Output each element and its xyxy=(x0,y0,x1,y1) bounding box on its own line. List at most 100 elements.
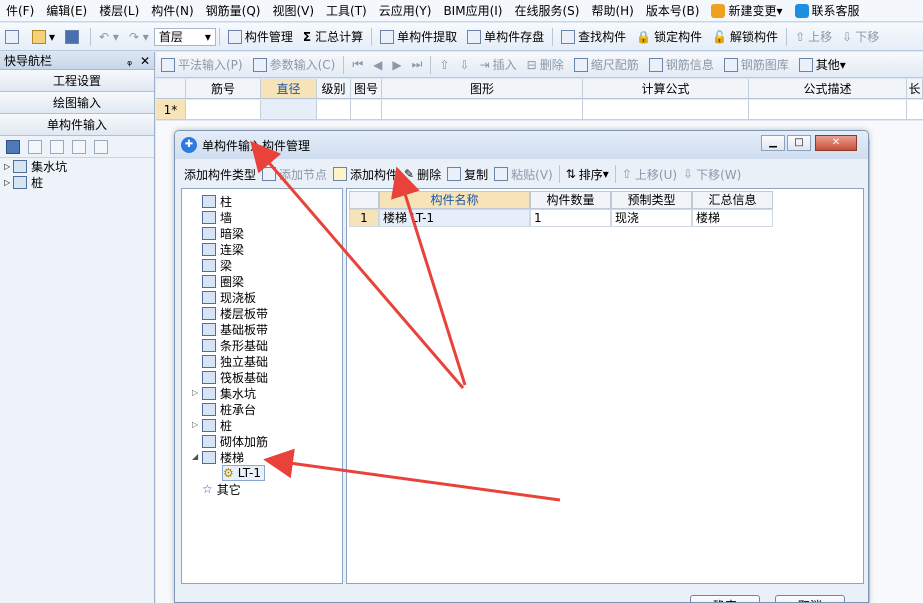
col-component-name[interactable]: 构件名称 xyxy=(379,191,530,209)
tree-item-lt-1[interactable]: ⚙ LT-1 xyxy=(222,465,265,481)
tree-item-floor-strip[interactable]: 楼层板带 xyxy=(202,305,268,321)
undo-button[interactable]: ↶ ▾ xyxy=(94,26,124,48)
delete-icon[interactable] xyxy=(28,139,42,154)
col-length[interactable]: 长 xyxy=(907,79,923,98)
collapse-icon[interactable]: ◢ xyxy=(192,452,198,461)
tree-item-column[interactable]: 柱 xyxy=(202,193,232,209)
single-extract-button[interactable]: 单构件提取 xyxy=(375,26,462,48)
flat-input-button[interactable]: 平法输入(P) xyxy=(156,54,248,76)
sort-button[interactable]: ⇅ 排序 ▾ xyxy=(563,163,612,185)
nav-drawing-input[interactable]: 绘图输入 xyxy=(0,92,154,114)
add-component-button[interactable]: 添加构件 xyxy=(330,163,401,185)
close-button[interactable]: ✕ xyxy=(815,135,857,151)
menu-item-8[interactable]: BIM应用(I) xyxy=(437,0,508,21)
expand-icon[interactable]: ▷ xyxy=(192,388,198,397)
rebar-library-button[interactable]: 钢筋图库 xyxy=(719,54,794,76)
prev-record-button[interactable]: ◀ xyxy=(368,54,387,76)
menu-item-1[interactable]: 编辑(E) xyxy=(40,0,93,21)
copy-icon[interactable] xyxy=(50,139,64,154)
col-component-count[interactable]: 构件数量 xyxy=(530,191,611,209)
component-manage-button[interactable]: 构件管理 xyxy=(223,26,298,48)
lock-component-button[interactable]: 🔒 锁定构件 xyxy=(631,26,707,48)
nav-project-settings[interactable]: 工程设置 xyxy=(0,70,154,92)
move-up-button[interactable]: ⇧ 上移 xyxy=(790,26,837,48)
tree-item-hidden-beam[interactable]: 暗梁 xyxy=(202,225,244,241)
col-grade[interactable]: 级别 xyxy=(317,79,351,98)
dialog-copy-button[interactable]: 复制 xyxy=(444,163,491,185)
find-component-button[interactable]: 查找构件 xyxy=(556,26,631,48)
rebar-grid-row[interactable]: 1* xyxy=(156,100,923,120)
ok-button[interactable]: 确定 xyxy=(690,595,760,602)
expand-icon[interactable]: ▷ xyxy=(4,162,10,171)
cell-precast-type[interactable]: 现浇 xyxy=(611,209,692,227)
scale-rebar-button[interactable]: 缩尺配筋 xyxy=(569,54,644,76)
other-menu-button[interactable]: 其他 ▾ xyxy=(794,54,851,76)
menu-item-3[interactable]: 构件(N) xyxy=(145,0,199,21)
menu-item-12[interactable]: 新建变更 ▾ xyxy=(705,0,788,21)
add-component-type-button[interactable]: 添加构件类型 xyxy=(181,163,259,185)
tree-item-strip-footing[interactable]: 条形基础 xyxy=(202,337,268,353)
menu-item-2[interactable]: 楼层(L) xyxy=(93,0,145,21)
save-button[interactable] xyxy=(60,26,87,48)
floor-select[interactable]: 首层 ▾ xyxy=(153,27,216,46)
tree-item-stair[interactable]: 楼梯 xyxy=(202,449,244,465)
paste-icon[interactable] xyxy=(72,139,86,154)
cell[interactable] xyxy=(382,100,583,119)
nav-single-component-input[interactable]: 单构件输入 xyxy=(0,114,154,136)
clipboard-icon[interactable] xyxy=(94,139,108,154)
single-save-button[interactable]: 单构件存盘 xyxy=(462,26,549,48)
tree-item-ring-beam[interactable]: 圈梁 xyxy=(202,273,244,289)
menu-item-0[interactable]: 件(F) xyxy=(0,0,40,21)
tree-item-cast-slab[interactable]: 现浇板 xyxy=(202,289,256,305)
cell[interactable] xyxy=(317,100,351,119)
delete-row-button[interactable]: ⊟ 删除 xyxy=(522,54,569,76)
menu-item-9[interactable]: 在线服务(S) xyxy=(508,0,585,21)
tree-item-foundation-strip[interactable]: 基础板带 xyxy=(202,321,268,337)
col-shape-number[interactable]: 图号 xyxy=(351,79,382,98)
first-record-button[interactable]: ⏮ xyxy=(347,54,368,76)
tree-item-beam[interactable]: 梁 xyxy=(202,257,232,273)
cell[interactable] xyxy=(186,100,261,119)
minimize-button[interactable]: ▁ xyxy=(761,135,785,151)
menu-item-11[interactable]: 版本号(B) xyxy=(640,0,706,21)
cell-component-count[interactable]: 1 xyxy=(530,209,611,227)
dialog-move-down-button[interactable]: ⇩ 下移(W) xyxy=(680,163,744,185)
col-diameter[interactable]: 直径(mm) xyxy=(261,79,317,116)
tree-item-pile[interactable]: 桩 xyxy=(202,417,232,433)
menu-item-5[interactable]: 视图(V) xyxy=(266,0,320,21)
tree-item-other[interactable]: ☆ 其它 xyxy=(202,481,241,497)
cell[interactable] xyxy=(749,100,907,119)
dialog-delete-button[interactable]: ✎ 删除 xyxy=(401,163,444,185)
rebar-info-button[interactable]: 钢筋信息 xyxy=(644,54,719,76)
tree-item-wall[interactable]: 墙 xyxy=(202,209,232,225)
row-up-button[interactable]: ⇧ xyxy=(434,54,454,76)
unlock-component-button[interactable]: 🔓 解锁构件 xyxy=(707,26,783,48)
dialog-paste-button[interactable]: 粘贴(V) xyxy=(491,163,556,185)
cell-component-name[interactable]: 楼梯 LT-1 xyxy=(379,209,530,227)
param-input-button[interactable]: 参数输入(C) xyxy=(248,54,341,76)
list-icon[interactable] xyxy=(6,139,20,154)
insert-button[interactable]: ⇥ 插入 xyxy=(475,54,522,76)
col-bar-number[interactable]: 筋号 xyxy=(186,79,261,98)
cell-summary-info[interactable]: 楼梯 xyxy=(692,209,773,227)
dialog-move-up-button[interactable]: ⇧ 上移(U) xyxy=(619,163,680,185)
summary-calc-button[interactable]: Σ 汇总计算 xyxy=(298,26,368,48)
cell[interactable] xyxy=(583,100,749,119)
open-file-button[interactable]: ▾ xyxy=(27,26,60,48)
add-node-button[interactable]: 添加节点 xyxy=(259,163,330,185)
tree-item-raft[interactable]: 筏板基础 xyxy=(202,369,268,385)
last-record-button[interactable]: ⏭ xyxy=(407,54,428,76)
move-down-button[interactable]: ⇩ 下移 xyxy=(837,26,884,48)
maximize-button[interactable]: □ xyxy=(787,135,811,151)
tree-item-coupling-beam[interactable]: 连梁 xyxy=(202,241,244,257)
col-formula[interactable]: 计算公式 xyxy=(583,79,749,98)
new-file-button[interactable] xyxy=(0,26,27,48)
menu-item-4[interactable]: 钢筋量(Q) xyxy=(200,0,267,21)
col-shape[interactable]: 图形 xyxy=(382,79,583,98)
cell[interactable] xyxy=(261,100,317,119)
menu-item-7[interactable]: 云应用(Y) xyxy=(373,0,438,21)
pin-icon[interactable]: ᵩ xyxy=(127,54,132,68)
tree-item-pile[interactable]: ▷ 桩 xyxy=(0,174,154,190)
next-record-button[interactable]: ▶ xyxy=(387,54,406,76)
col-formula-desc[interactable]: 公式描述 xyxy=(749,79,907,98)
